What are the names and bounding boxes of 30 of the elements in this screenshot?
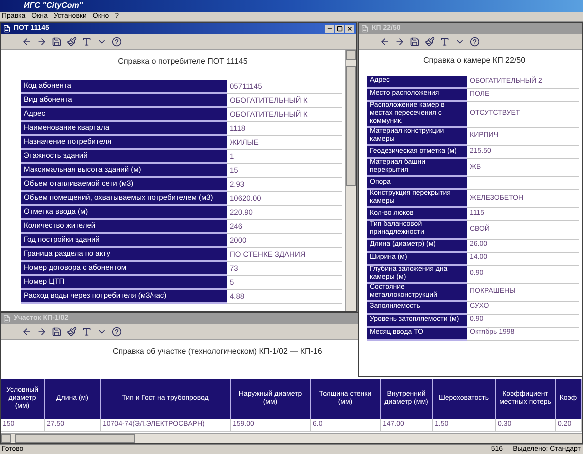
back-icon[interactable] [21,326,32,337]
brush-icon[interactable] [66,36,77,47]
report-heading: Справка о камере КП 22/50 [422,55,527,67]
document-icon [3,314,11,322]
brush-icon[interactable] [424,36,435,47]
back-icon[interactable] [21,36,32,47]
report-heading: Справка о потребителе ПОТ 11145 [117,56,249,68]
vertical-scrollbar[interactable] [345,50,356,311]
help-icon[interactable] [111,326,122,337]
forward-icon[interactable] [394,36,405,47]
forward-icon[interactable] [36,36,47,47]
help-icon[interactable] [469,36,480,47]
back-icon[interactable] [379,36,390,47]
app-title: ИГС "CityCom" [23,0,84,12]
brush-icon[interactable] [66,326,77,337]
document-icon [361,24,369,32]
report-heading: Справка об участке (технологическом) КП-1/02 — КП-16 [113,346,322,358]
maximize-icon[interactable] [335,24,344,32]
save-icon[interactable] [51,36,62,47]
save-icon[interactable] [51,326,62,337]
font-icon[interactable] [81,36,92,47]
font-icon[interactable] [439,36,450,47]
forward-icon[interactable] [36,326,47,337]
help-icon[interactable] [111,36,122,47]
save-icon[interactable] [409,36,420,47]
document-icon [3,24,11,32]
minimize-icon[interactable] [325,24,334,32]
font-icon[interactable] [81,326,92,337]
horizontal-scrollbar[interactable] [1,433,582,443]
close-icon[interactable] [345,24,354,32]
